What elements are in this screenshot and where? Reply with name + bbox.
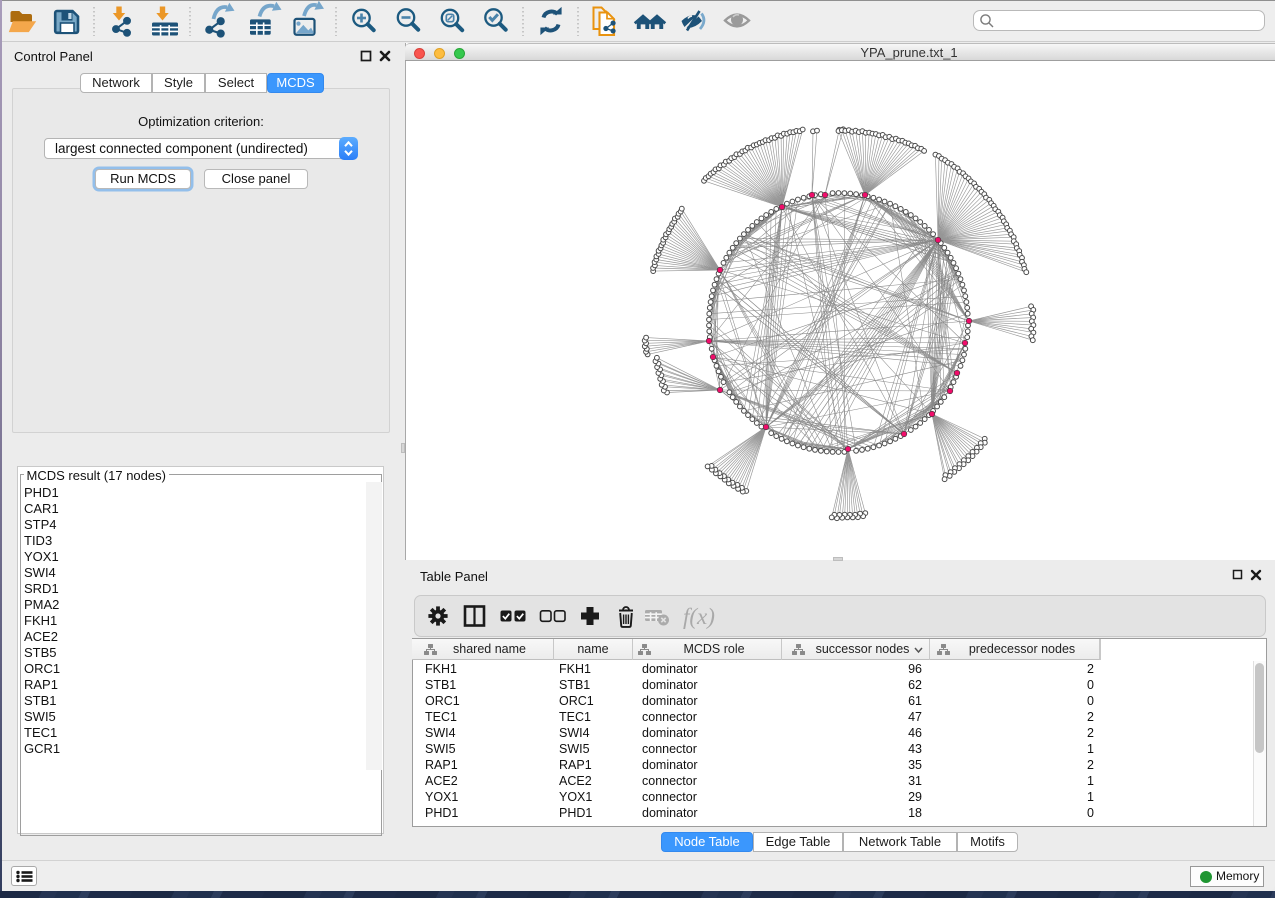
svg-text:f(x): f(x) [683,604,715,629]
